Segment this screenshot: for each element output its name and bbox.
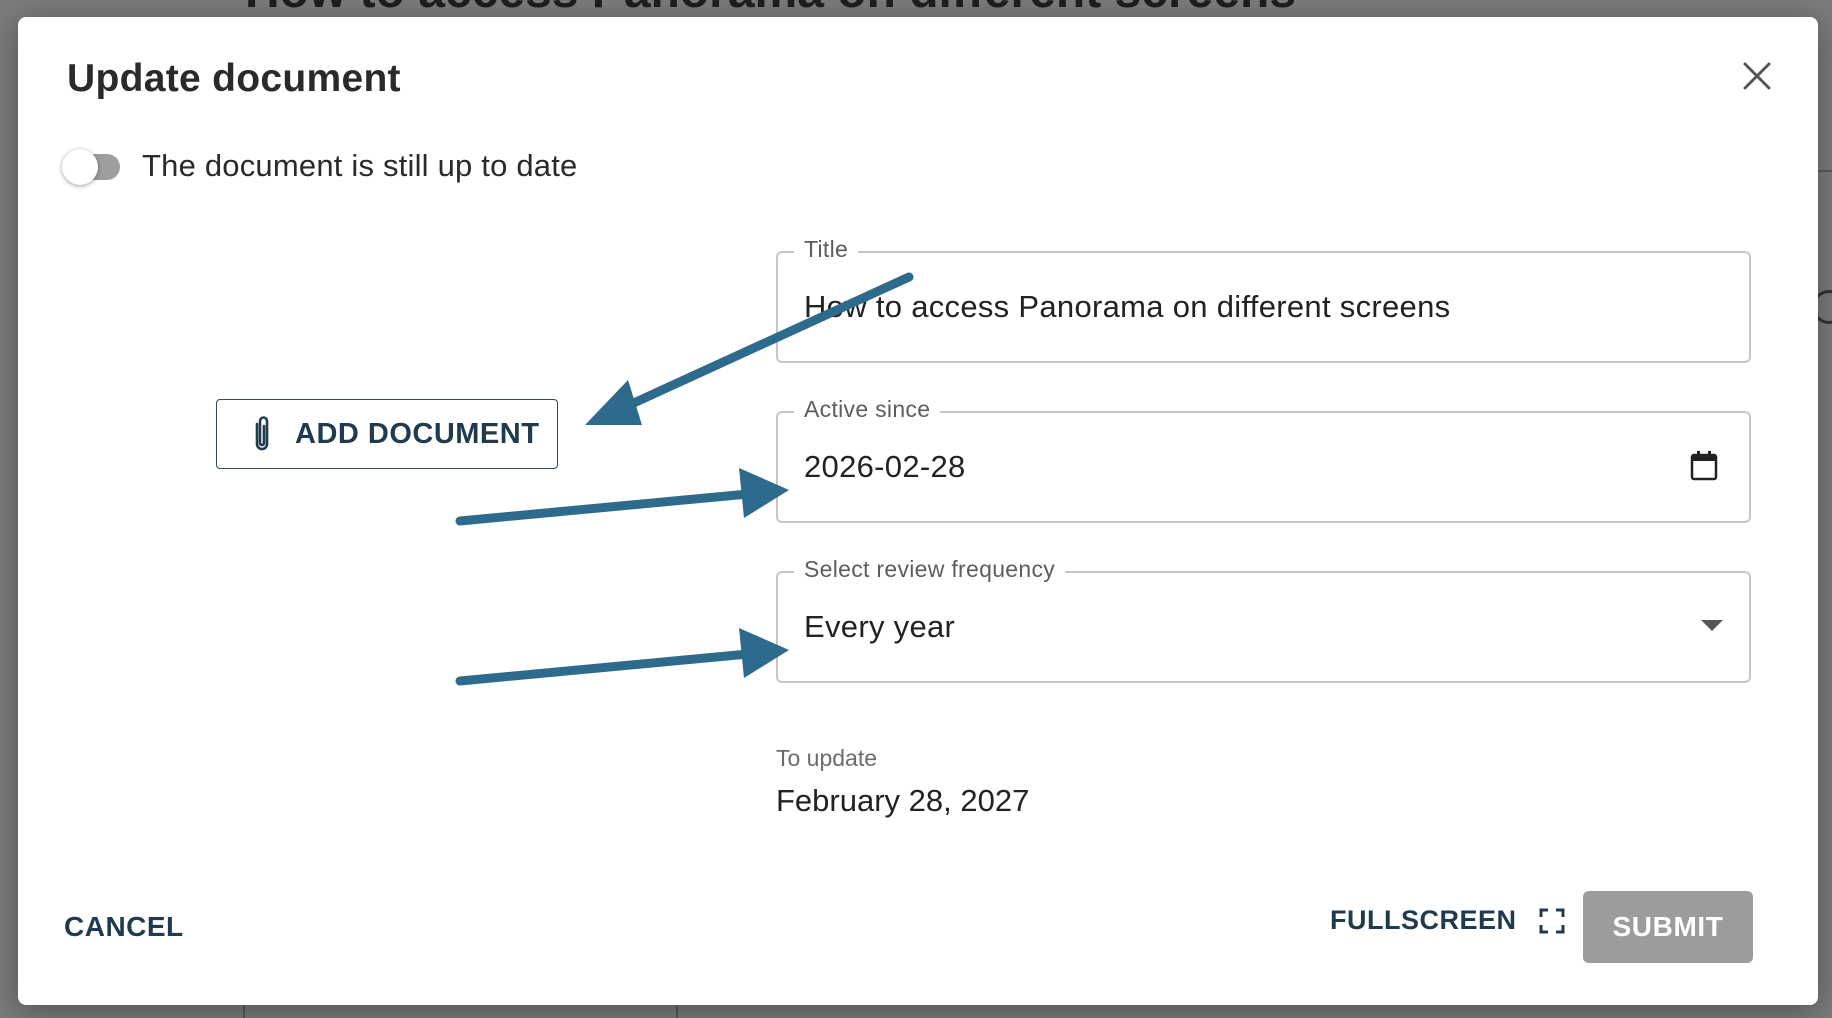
background-divider	[1818, 170, 1832, 172]
dialog-title: Update document	[67, 57, 401, 100]
close-icon	[1743, 62, 1771, 90]
add-document-label: ADD DOCUMENT	[295, 417, 540, 450]
title-field-label: Title	[794, 236, 859, 263]
toggle-thumb	[62, 149, 98, 185]
cancel-button[interactable]: CANCEL	[64, 905, 184, 949]
to-update-value: February 28, 2027	[776, 783, 1030, 818]
review-frequency-select[interactable]: Select review frequency Every year	[776, 556, 1751, 683]
title-field-value[interactable]: How to access Panorama on different scre…	[804, 289, 1450, 325]
calendar-icon[interactable]	[1689, 450, 1719, 482]
active-since-label: Active since	[794, 396, 941, 423]
close-button[interactable]	[1734, 53, 1780, 99]
review-frequency-value[interactable]: Every year	[804, 609, 955, 645]
fullscreen-icon	[1539, 908, 1564, 933]
submit-button[interactable]: SUBMIT	[1583, 891, 1753, 963]
title-field[interactable]: Title How to access Panorama on differen…	[776, 236, 1751, 363]
fullscreen-button[interactable]: FULLSCREEN	[1330, 905, 1565, 936]
paperclip-icon	[247, 414, 277, 454]
to-update-label: To update	[776, 745, 878, 771]
dropdown-arrow-icon[interactable]	[1701, 620, 1723, 631]
active-since-value[interactable]: 2026-02-28	[804, 449, 966, 485]
review-frequency-label: Select review frequency	[794, 556, 1066, 583]
add-document-button[interactable]: ADD DOCUMENT	[216, 399, 558, 469]
toggle-label: The document is still up to date	[142, 148, 578, 183]
fullscreen-label: FULLSCREEN	[1330, 905, 1517, 935]
up-to-date-toggle[interactable]	[46, 134, 138, 202]
submit-label: SUBMIT	[1612, 911, 1724, 942]
active-since-field[interactable]: Active since 2026-02-28	[776, 396, 1751, 523]
